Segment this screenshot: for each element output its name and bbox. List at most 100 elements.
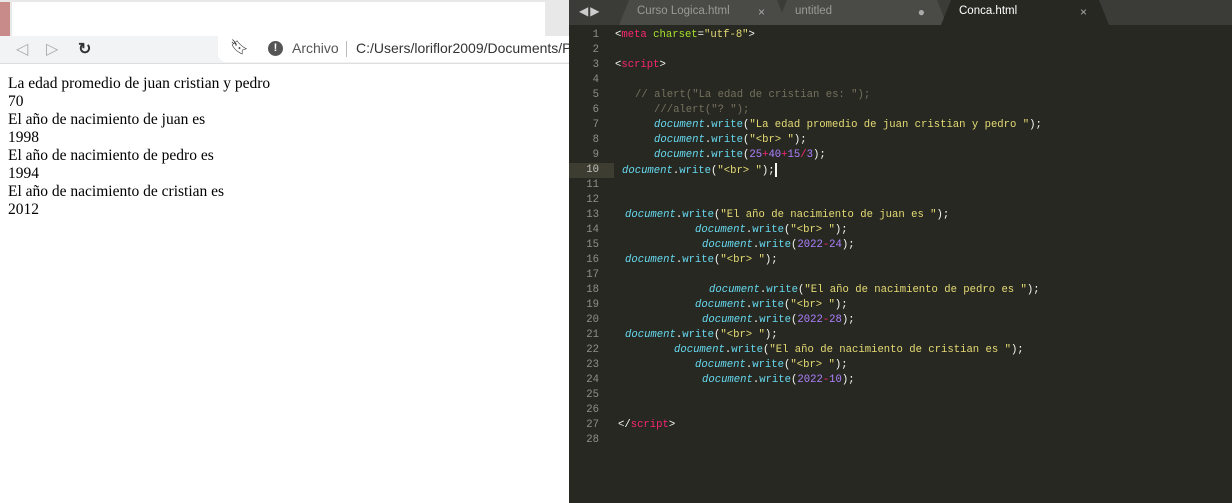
code-text: document.write("<br> "); xyxy=(654,134,807,146)
line-number: 13 xyxy=(586,209,599,221)
close-icon[interactable]: × xyxy=(758,5,765,19)
output-line: 1998 xyxy=(8,129,39,146)
bookmark-icon[interactable]: 🔖︎ xyxy=(230,38,249,56)
code-text: document.write("El año de nacimiento de … xyxy=(625,209,950,221)
code-line: 25 xyxy=(569,388,1232,403)
tab-nav-arrows-icon[interactable]: ◀▶ xyxy=(579,4,601,18)
browser-window: ◁ ▷ ↻ 🔖︎ ! Archivo C:/Users/loriflor2009… xyxy=(0,0,578,503)
browser-toolbar: ◁ ▷ ↻ 🔖︎ ! Archivo C:/Users/loriflor2009… xyxy=(0,36,578,64)
line-number: 17 xyxy=(586,269,599,281)
code-line: 7 document.write("La edad promedio de jua… xyxy=(569,118,1232,133)
line-number: 9 xyxy=(592,149,599,161)
editor-tab[interactable]: untitled ● xyxy=(777,0,947,25)
code-text: document.write("<br> "); xyxy=(695,299,848,311)
line-number: 26 xyxy=(586,404,599,416)
code-line: 27 </script> xyxy=(569,418,1232,433)
close-icon[interactable]: × xyxy=(1080,5,1087,19)
editor-tab[interactable]: Curso Logica.html × xyxy=(619,0,787,25)
code-line: 8 document.write("<br> "); xyxy=(569,133,1232,148)
code-text: document.write("<br> "); xyxy=(695,359,848,371)
line-number: 6 xyxy=(592,104,599,116)
code-line: 10 document.write("<br> "); xyxy=(569,163,777,178)
code-line: 17 xyxy=(569,268,1232,283)
code-line: 4 xyxy=(569,73,1232,88)
code-line: 11 xyxy=(569,178,1232,193)
code-line: 9 document.write(25+40+15/3); xyxy=(569,148,1232,163)
tab-edge xyxy=(0,2,10,36)
code-line: 28 xyxy=(569,433,1232,448)
code-line: 5 // alert("La edad de cristian es: "); xyxy=(569,88,1232,103)
line-number: 8 xyxy=(592,134,599,146)
line-number: 27 xyxy=(586,419,599,431)
line-number: 24 xyxy=(586,374,599,386)
forward-arrow-icon[interactable]: ▷ xyxy=(46,39,58,59)
code-line: 23 document.write("<br> "); xyxy=(569,358,1232,373)
code-line: 1 <meta charset="utf-8"> xyxy=(569,28,1232,43)
code-text: document.write("<br> "); xyxy=(625,254,778,266)
line-number: 14 xyxy=(586,224,599,236)
unsaved-dot-icon[interactable]: ● xyxy=(918,5,925,19)
code-text: document.write("El año de nacimiento de … xyxy=(674,344,1024,356)
line-number: 21 xyxy=(586,329,599,341)
line-number: 22 xyxy=(586,344,599,356)
line-number: 23 xyxy=(586,359,599,371)
output-line: 2012 xyxy=(8,201,39,218)
line-number: 20 xyxy=(586,314,599,326)
info-icon[interactable]: ! xyxy=(268,41,283,56)
page-content: La edad promedio de juan cristian y pedr… xyxy=(8,75,270,219)
line-number: 5 xyxy=(592,89,599,101)
line-number: 4 xyxy=(592,74,599,86)
divider xyxy=(346,41,347,57)
tab-label: Curso Logica.html xyxy=(637,5,730,17)
code-line: 12 xyxy=(569,193,1232,208)
code-text: document.write("El año de nacimiento de … xyxy=(709,284,1040,296)
code-text: document.write("<br> "); xyxy=(625,329,778,341)
code-line: 24 document.write(2022-10); xyxy=(569,373,1232,388)
browser-tab-strip xyxy=(0,0,569,36)
code-line: 20 document.write(2022-28); xyxy=(569,313,1232,328)
output-line: 1994 xyxy=(8,165,39,182)
code-text: document.write(2022-28); xyxy=(702,314,855,326)
reload-icon[interactable]: ↻ xyxy=(78,39,91,59)
back-arrow-icon[interactable]: ◁ xyxy=(16,39,28,59)
code-line: 22 document.write("El año de nacimiento d… xyxy=(569,343,1232,358)
code-text: document.write(25+40+15/3); xyxy=(654,149,826,161)
line-number: 16 xyxy=(586,254,599,266)
output-line: 70 xyxy=(8,93,24,110)
code-line: 2 xyxy=(569,43,1232,58)
code-line: 19 document.write("<br> "); xyxy=(569,298,1232,313)
output-line: El año de nacimiento de pedro es xyxy=(8,147,214,164)
line-number: 12 xyxy=(586,194,599,206)
code-line: 18 document.write("El año de nacimiento d… xyxy=(569,283,1232,298)
editor-tab[interactable]: Conca.html × xyxy=(941,0,1109,25)
code-line: 13 document.write("El año de nacimiento d… xyxy=(569,208,1232,223)
editor-tab-bar: ◀▶ Curso Logica.html × untitled ● Conca.html… xyxy=(569,0,1232,25)
code-text: document.write(2022-24); xyxy=(702,239,855,251)
line-number: 28 xyxy=(586,434,599,446)
code-text: // alert("La edad de cristian es: "); xyxy=(635,89,871,101)
line-number: 19 xyxy=(586,299,599,311)
line-number: 11 xyxy=(586,179,599,191)
line-number: 1 xyxy=(592,29,599,41)
code-text: <meta charset="utf-8"> xyxy=(615,29,755,41)
code-area[interactable]: 1 <meta charset="utf-8"> 2 3 <script> 4 5 // al… xyxy=(569,28,1232,448)
browser-tab-area[interactable] xyxy=(12,2,545,36)
code-text: <script> xyxy=(615,59,666,71)
code-line: 14 document.write("<br> "); xyxy=(569,223,1232,238)
line-number: 7 xyxy=(592,119,599,131)
code-text: document.write("<br> "); xyxy=(695,224,848,236)
code-line: 16 document.write("<br> "); xyxy=(569,253,1232,268)
code-text: document.write(2022-10); xyxy=(702,374,855,386)
address-bar[interactable]: 🔖︎ ! Archivo C:/Users/loriflor2009/Docum… xyxy=(218,36,578,62)
output-line: El año de nacimiento de juan es xyxy=(8,111,206,128)
line-number: 3 xyxy=(592,59,599,71)
code-line: 26 xyxy=(569,403,1232,418)
scheme-label: Archivo xyxy=(292,40,339,56)
code-text: </script> xyxy=(618,419,676,431)
code-text: ///alert("? "); xyxy=(654,104,750,116)
code-text: document.write("La edad promedio de juan… xyxy=(654,119,1042,131)
line-number: 15 xyxy=(586,239,599,251)
code-line: 3 <script> xyxy=(569,58,1232,73)
url-text[interactable]: C:/Users/loriflor2009/Documents/P xyxy=(356,40,572,56)
code-line: 21 document.write("<br> "); xyxy=(569,328,1232,343)
